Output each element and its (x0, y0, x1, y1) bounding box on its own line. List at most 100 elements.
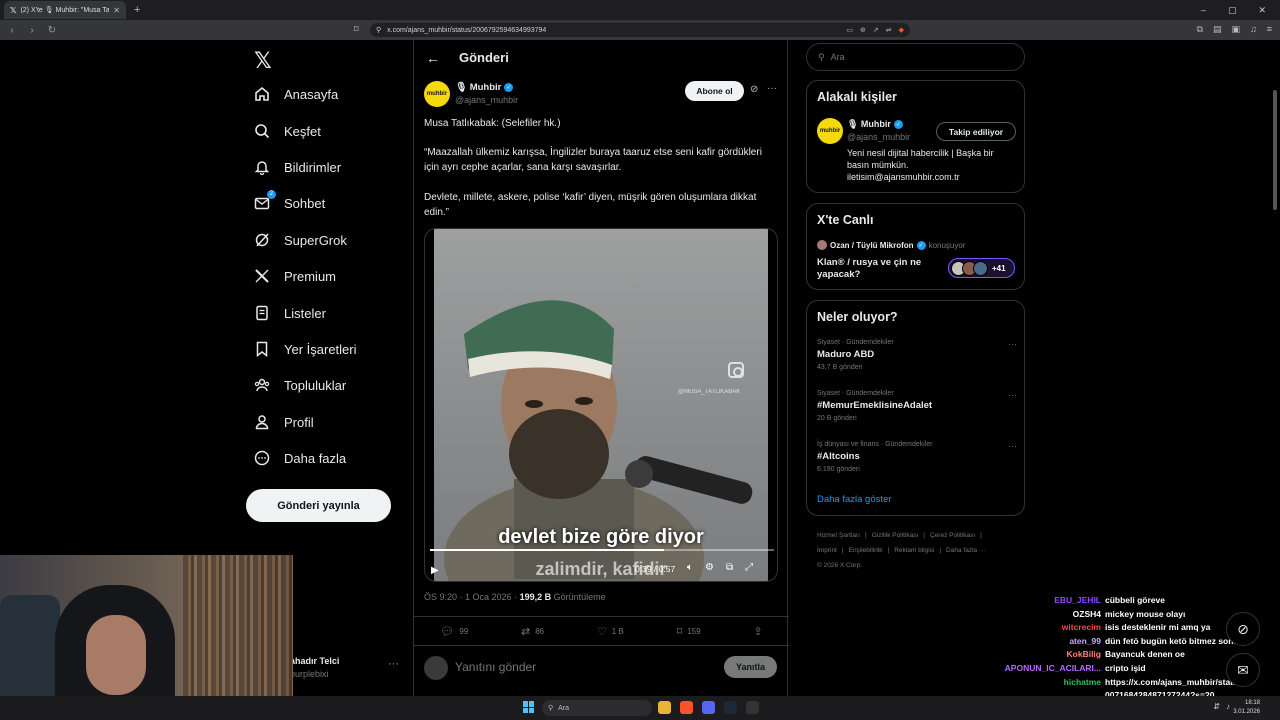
nav-item-supergrok[interactable]: SuperGrok (254, 225, 347, 255)
chat-username[interactable]: APONUN_IC_ACILARI... (990, 662, 1105, 676)
volume-icon[interactable]: 🔈︎ (687, 562, 693, 573)
discord-icon[interactable] (702, 701, 715, 714)
sidebar-icon[interactable]: ▤ (1213, 24, 1222, 35)
extensions-icon[interactable]: ⧉ (1197, 24, 1203, 35)
trend-more-icon[interactable]: ··· (1008, 339, 1017, 349)
space-title[interactable]: Klan® / rusya ve çin ne yapacak? (817, 257, 932, 281)
chat-username[interactable]: KokBilig (990, 648, 1105, 662)
chat-username[interactable]: aten_99 (990, 635, 1105, 649)
x-logo-icon[interactable]: 𝕏 (254, 48, 272, 74)
footer-link[interactable]: Erişilebilirlik (849, 547, 883, 554)
bookmark-action[interactable]: ⌑ 159 (677, 625, 701, 638)
space-listeners[interactable]: +41 (948, 258, 1015, 278)
brave-shield-icon[interactable]: ◆ (899, 26, 904, 34)
taskbar-clock[interactable]: 18:18 3.01.2026 (1233, 699, 1260, 717)
search-box[interactable]: ⚲ Ara (806, 43, 1025, 71)
trend-item[interactable]: Siyaset · Gündemdekiler #MemurEmeklisine… (817, 390, 1017, 422)
show-more-link[interactable]: Daha fazla göster (817, 494, 891, 505)
tweet-timestamp[interactable]: ÖS 9:20 · 1 Oca 2026 · (424, 592, 520, 602)
translate-icon[interactable]: ⇌ (886, 26, 892, 34)
reply-button[interactable]: Yanıtla (724, 656, 777, 678)
play-icon[interactable]: ▶ (431, 565, 439, 576)
windows-start-icon[interactable] (523, 701, 535, 713)
steam-icon[interactable] (724, 701, 737, 714)
footer-link[interactable]: Çerez Politikası (930, 532, 975, 539)
forward-nav-icon[interactable]: › (26, 25, 38, 36)
brave-browser-icon[interactable] (680, 701, 693, 714)
back-nav-icon[interactable]: ‹ (6, 25, 18, 36)
chat-username[interactable]: hichatme (990, 676, 1105, 690)
tweet-handle[interactable]: @ajans_muhbir (455, 95, 518, 105)
chat-username[interactable]: EBU_JEHIL (990, 594, 1105, 608)
tweet-video[interactable]: @MUSA_TATLIKABAK devlet bize göre diyor … (424, 228, 778, 582)
fullscreen-icon[interactable]: ⤢ (745, 562, 753, 573)
nav-item-profile[interactable]: Profil (254, 407, 314, 437)
messages-float-icon[interactable]: ✉ (1226, 653, 1260, 687)
file-explorer-icon[interactable] (658, 701, 671, 714)
trend-item[interactable]: Siyaset · Gündemdekiler Maduro ABD 43,7 … (817, 339, 1017, 371)
search-input[interactable]: Ara (831, 52, 845, 62)
nav-item-chat[interactable]: 2 Sohbet (254, 188, 325, 218)
following-button[interactable]: Takip ediliyor (936, 122, 1016, 141)
settings-icon[interactable]: ⚙ (705, 562, 714, 573)
site-info-icon[interactable]: ⚲ (376, 26, 381, 34)
browser-tab[interactable]: 𝕏 (2) X'te 🎙 Muhbir: "Musa Tatlı... ✕ (4, 1, 126, 19)
reply-action[interactable]: 💬︎ 99 (440, 625, 468, 638)
zoom-icon[interactable]: ⊕ (860, 26, 866, 34)
tweet-author-avatar[interactable]: muhbir (424, 81, 450, 107)
grok-float-icon[interactable]: ⊘ (1226, 612, 1260, 646)
app-icon[interactable] (746, 701, 759, 714)
pip-icon[interactable]: ⧉ (726, 562, 733, 573)
nav-item-lists[interactable]: Listeler (254, 298, 326, 328)
back-arrow-icon[interactable]: ← (426, 50, 440, 66)
account-switcher[interactable]: ahadır Telci purplebixi ··· (290, 652, 405, 692)
chat-username[interactable]: witcrecim (990, 621, 1105, 635)
music-icon[interactable]: ♫ (1250, 24, 1257, 35)
subscribe-button[interactable]: Abone ol (685, 81, 744, 101)
nav-item-communities[interactable]: Topluluklar (254, 370, 346, 400)
repost-action[interactable]: ⇄ 86 (521, 625, 544, 638)
trend-more-icon[interactable]: ··· (1008, 390, 1017, 400)
nav-item-notifications[interactable]: Bildirimler (254, 152, 341, 182)
footer-link[interactable]: Reklam bilgisi (894, 547, 934, 554)
display-icon[interactable]: ▭ (846, 26, 853, 34)
like-action[interactable]: ♡ 1 B (597, 625, 624, 638)
minimize-icon[interactable]: – (1201, 5, 1206, 16)
footer-link[interactable]: Daha fazla ··· (946, 547, 985, 554)
address-bar[interactable]: ⚲ x.com/ajans_muhbir/status/200679259463… (370, 23, 910, 37)
account-more-icon[interactable]: ··· (388, 658, 399, 670)
taskbar-search[interactable]: ⚲ Ara (542, 700, 652, 716)
tweet-author[interactable]: 🎙 Muhbir ✓ (455, 82, 514, 93)
nav-item-home[interactable]: Anasayfa (254, 79, 338, 109)
footer-link[interactable]: Hizmet Şartları (817, 532, 860, 539)
menu-icon[interactable]: ≡ (1267, 24, 1272, 35)
tab-close-icon[interactable]: ✕ (113, 6, 120, 15)
nav-item-bookmarks[interactable]: Yer İşaretleri (254, 334, 357, 364)
related-avatar[interactable]: muhbir (817, 118, 843, 144)
post-button[interactable]: Gönderi yayınla (246, 489, 391, 522)
new-tab-icon[interactable]: + (134, 4, 140, 16)
reload-icon[interactable]: ↻ (46, 25, 58, 36)
footer-link[interactable]: İmprint (817, 547, 837, 554)
close-window-icon[interactable]: ✕ (1258, 5, 1266, 16)
network-icon[interactable]: ⇵ (1213, 702, 1220, 711)
footer-link[interactable]: Gizlilik Politikası (872, 532, 919, 539)
more-options-icon[interactable]: ··· (767, 83, 777, 94)
nav-item-premium[interactable]: Premium (254, 261, 336, 291)
video-frame[interactable]: @MUSA_TATLIKABAK devlet bize göre diyor … (434, 229, 768, 581)
bookmark-page-icon[interactable]: ⌑ (354, 24, 359, 35)
grok-explain-icon[interactable]: ⊘ (750, 84, 758, 95)
share-action[interactable]: ⇪ (753, 625, 762, 638)
page-scrollbar[interactable] (1273, 90, 1277, 210)
nav-item-explore[interactable]: Keşfet (254, 116, 321, 146)
video-progress-bar[interactable] (430, 549, 774, 551)
nav-item-more[interactable]: Daha fazla (254, 443, 346, 473)
related-name[interactable]: 🎙 Muhbir ✓ (847, 119, 903, 130)
chat-username[interactable]: OZSH4 (990, 608, 1105, 622)
trend-item[interactable]: İş dünyası ve finans · Gündemdekiler #Al… (817, 441, 1017, 473)
volume-icon[interactable]: ♪ (1226, 702, 1230, 711)
maximize-icon[interactable]: ▢ (1228, 5, 1237, 16)
trend-more-icon[interactable]: ··· (1008, 441, 1017, 451)
reply-input[interactable]: Yanıtını gönder (455, 660, 536, 674)
wallet-icon[interactable]: ▣ (1231, 24, 1240, 35)
